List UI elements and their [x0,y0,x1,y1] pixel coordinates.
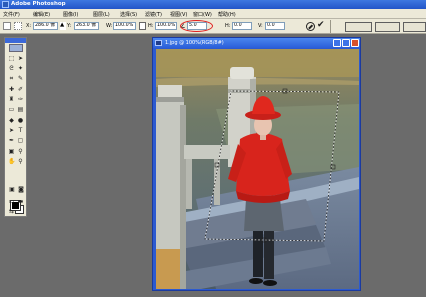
menu-select[interactable]: 选择(S) [120,11,137,18]
document-title: 1.jpg @ 100%(RGB/8#) [165,40,224,46]
screen-mode-full-icon[interactable]: ▬ [17,198,24,205]
vskew-label: V: [258,23,263,29]
h-label: H: [148,23,154,29]
path-selection-icon[interactable]: ➤ [8,127,15,134]
magic-wand-tool-icon[interactable]: ✦ [17,65,24,72]
palette-tab[interactable] [375,22,400,32]
hskew-field[interactable]: 0.0 [232,22,252,30]
vskew-field[interactable]: 0.0 [265,22,285,30]
menu-layer[interactable]: 图层(L) [93,11,110,18]
imageready-icon[interactable]: ⇆ [8,208,15,215]
x-label: X: [26,23,32,29]
type-tool-icon[interactable]: T [17,127,24,134]
document-icon [155,40,162,46]
document-window: 1.jpg @ 100%(RGB/8#) [152,37,361,291]
menu-window[interactable]: 窗口(W) [193,11,212,18]
lasso-tool-icon[interactable]: ᘓ [8,65,15,72]
y-field[interactable]: 263.0 像 [74,22,99,30]
menu-file[interactable]: 文件(F) [3,11,20,18]
menu-view[interactable]: 视图(V) [170,11,187,18]
menu-bar: 文件(F) 编辑(E) 图像(I) 图层(L) 选择(S) 滤镜(T) 视图(V… [0,9,426,19]
highlight-ellipse [180,20,213,32]
gradient-tool-icon[interactable]: ▤ [17,106,24,113]
x-field[interactable]: 286.0 像 [33,22,58,30]
palette-well [330,20,426,33]
triangle-icon[interactable]: ▲ [60,22,66,30]
eraser-tool-icon[interactable]: ▭ [8,106,15,113]
zoom-tool-icon[interactable]: ⚲ [17,158,24,165]
minimize-button[interactable] [333,39,341,47]
blur-tool-icon[interactable]: ◆ [8,117,15,124]
move-tool-icon[interactable]: ➤ [17,55,24,62]
history-brush-icon[interactable]: ✑ [17,96,24,103]
transform-tool-icon [3,22,11,30]
reference-point-icon[interactable] [14,22,22,30]
commit-transform-icon[interactable]: ✔ [317,20,325,30]
link-icon[interactable] [139,22,146,30]
brush-tool-icon[interactable]: ✐ [17,86,24,93]
w-field[interactable]: 100.0% [113,22,136,30]
menu-filter[interactable]: 滤镜(T) [145,11,162,18]
dodge-tool-icon[interactable]: ● [17,117,24,124]
document-titlebar[interactable]: 1.jpg @ 100%(RGB/8#) [153,38,360,48]
notes-tool-icon[interactable]: ▣ [8,148,15,155]
toolbox: ⬚ ➤ ᘓ ✦ ⌗ ✎ ✚ ✐ ♜ ✑ ▭ ▤ ◆ ● ➤ T ✒ ▢ ▣ ⚲ … [4,37,27,217]
document-canvas[interactable] [156,49,359,289]
hand-tool-icon[interactable]: ✋ [8,158,15,165]
shape-tool-icon[interactable]: ▢ [17,137,24,144]
menu-edit[interactable]: 编辑(E) [33,11,50,18]
y-label: Y: [67,23,72,29]
w-label: W: [106,23,113,29]
app-title: Adobe Photoshop [11,1,66,7]
close-button[interactable] [351,39,359,47]
marquee-tool-icon[interactable]: ⬚ [8,55,15,62]
palette-tab[interactable] [345,22,372,32]
feather-logo-icon [9,44,23,52]
menu-image[interactable]: 图像(I) [63,11,78,18]
photo-image [156,49,359,289]
maximize-button[interactable] [342,39,350,47]
cancel-transform-icon[interactable] [306,22,315,31]
crop-tool-icon[interactable]: ⌗ [8,75,15,82]
hskew-label: H: [225,23,231,29]
app-titlebar: Adobe Photoshop [0,0,426,9]
eyedropper-tool-icon[interactable]: ⚲ [17,148,24,155]
screen-mode-icon[interactable]: ▭ [8,198,15,205]
quick-mask-icon[interactable]: ◙ [17,186,25,193]
clone-stamp-icon[interactable]: ♜ [8,96,15,103]
palette-tab[interactable] [403,22,426,32]
standard-mode-icon[interactable]: ▣ [8,186,16,193]
photoshop-logo-icon [2,1,9,8]
h-field[interactable]: 100.0% [155,22,177,30]
menu-help[interactable]: 帮助(H) [218,11,236,18]
toolbox-header [5,38,26,43]
healing-brush-icon[interactable]: ✚ [8,86,15,93]
pen-tool-icon[interactable]: ✒ [8,137,15,144]
slice-tool-icon[interactable]: ✎ [17,75,24,82]
